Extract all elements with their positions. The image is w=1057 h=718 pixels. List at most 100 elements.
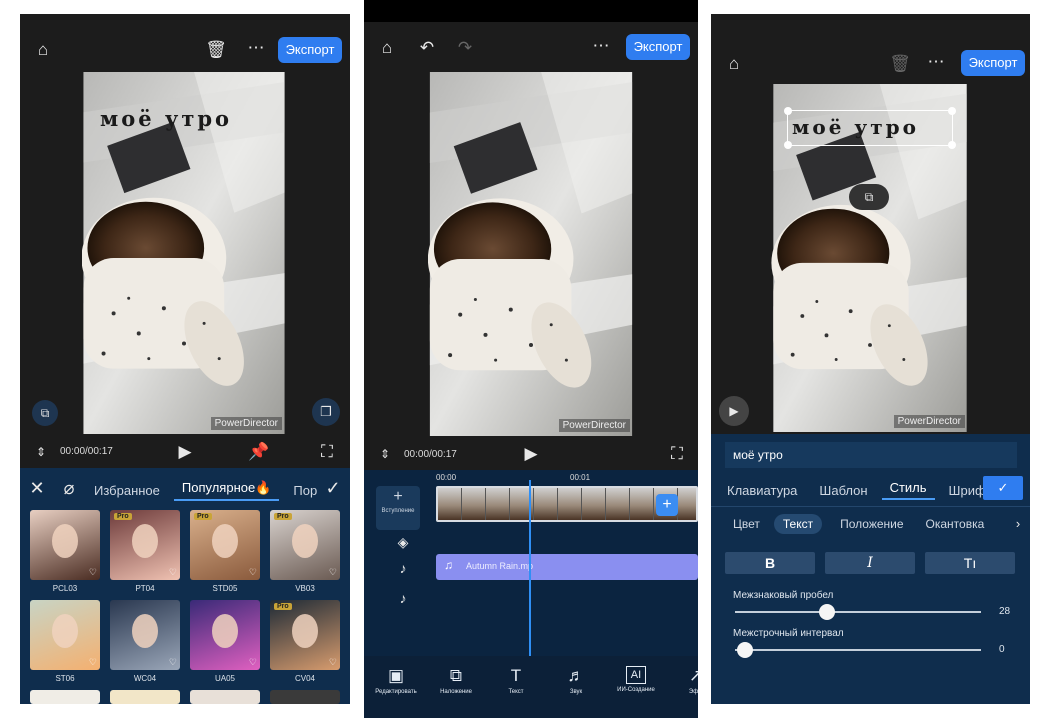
tab-template[interactable]: Шаблон xyxy=(811,483,875,498)
favorite-icon[interactable]: ♡ xyxy=(329,567,337,578)
resize-handle[interactable] xyxy=(948,107,956,115)
bold-button[interactable]: B xyxy=(725,552,815,574)
apply-button[interactable]: ✓ xyxy=(983,476,1023,500)
filter-thumbnail[interactable]: ♡ xyxy=(190,600,260,670)
tool-effect[interactable]: ↗ Эфф xyxy=(668,666,698,695)
subtab-position[interactable]: Положение xyxy=(832,514,911,534)
favorite-icon[interactable]: ♡ xyxy=(89,657,97,668)
undo-icon[interactable]: ↶ xyxy=(416,38,438,58)
video-preview[interactable]: PowerDirector xyxy=(428,72,634,436)
home-icon[interactable]: ⌂ xyxy=(723,54,745,74)
ruler-mark: 00:01 xyxy=(570,473,591,482)
more-icon[interactable]: ⋯ xyxy=(245,38,267,58)
video-preview[interactable]: моё утро ⧉ PowerDirector xyxy=(771,84,969,432)
filter-thumbnail[interactable]: Pro ♡ xyxy=(270,510,340,580)
duplicate-icon[interactable]: ⧉ xyxy=(849,184,889,210)
trash-icon[interactable]: 🗑 xyxy=(205,40,227,60)
ai-icon: AI xyxy=(626,666,646,684)
close-icon[interactable]: ✕ xyxy=(26,478,48,498)
filter-thumbnail[interactable]: Pro ♡ xyxy=(110,510,180,580)
tab-favorites[interactable]: Избранное xyxy=(86,483,168,498)
layers-icon[interactable]: ◈ xyxy=(392,532,414,552)
tab-portrait[interactable]: Пор xyxy=(285,483,325,498)
subtab-outline[interactable]: Окантовка xyxy=(918,514,993,534)
more-icon[interactable]: ⋯ xyxy=(590,36,612,56)
portrait-face xyxy=(52,524,78,558)
tab-keyboard[interactable]: Клавиатура xyxy=(719,483,805,498)
subtab-text[interactable]: Текст xyxy=(773,514,823,534)
video-preview[interactable]: моё утро PowerDirector xyxy=(82,72,286,434)
tool-edit[interactable]: ▣ Редактировать xyxy=(368,666,424,695)
portrait-face xyxy=(132,614,158,648)
export-button[interactable]: Экспорт xyxy=(961,50,1025,76)
filter-thumbnail[interactable] xyxy=(110,690,180,704)
filter-thumbnail[interactable]: Pro ♡ xyxy=(190,510,260,580)
resize-handle[interactable] xyxy=(784,141,792,149)
split-icon[interactable]: ⇕ xyxy=(30,442,52,462)
fullscreen-icon[interactable]: ⛶ xyxy=(666,444,688,464)
favorite-icon[interactable]: ♡ xyxy=(169,567,177,578)
tool-sound[interactable]: ♬ Звук xyxy=(548,666,604,695)
chevron-right-icon[interactable]: › xyxy=(1007,514,1029,534)
copy-icon[interactable]: ⧉ xyxy=(32,400,58,426)
favorite-icon[interactable]: ♡ xyxy=(249,567,257,578)
letter-spacing-slider[interactable] xyxy=(735,604,981,620)
clip-frame xyxy=(462,488,486,520)
text-overlay[interactable]: моё утро xyxy=(100,106,232,131)
compare-icon[interactable]: ❐ xyxy=(312,398,340,426)
fullscreen-icon[interactable]: ⛶ xyxy=(316,442,338,462)
filter-thumbnail[interactable]: Pro ♡ xyxy=(270,600,340,670)
audio-clip-title: Autumn Rain.mp xyxy=(466,561,534,571)
tool-overlay[interactable]: ⧉ Наложение xyxy=(428,666,484,695)
playhead[interactable] xyxy=(529,480,531,656)
italic-button[interactable]: I xyxy=(825,552,915,574)
export-button[interactable]: Экспорт xyxy=(278,37,342,63)
slider-knob[interactable] xyxy=(737,642,753,658)
intro-button[interactable]: + Вступление xyxy=(376,486,420,530)
slider-knob[interactable] xyxy=(818,604,835,620)
filter-thumbnail[interactable] xyxy=(190,690,260,704)
home-icon[interactable]: ⌂ xyxy=(376,38,398,58)
split-icon[interactable]: ⇕ xyxy=(374,444,396,464)
text-selection-box[interactable]: моё утро xyxy=(784,107,956,149)
filter-thumbnail[interactable]: ♡ xyxy=(30,600,100,670)
filter-thumbnail[interactable] xyxy=(30,690,100,704)
tool-text[interactable]: T Текст xyxy=(488,666,544,695)
favorite-icon[interactable]: ♡ xyxy=(89,567,97,578)
play-icon[interactable]: ▶ xyxy=(719,396,749,426)
subtab-color[interactable]: Цвет xyxy=(725,514,768,534)
play-icon[interactable]: ▶ xyxy=(520,444,542,464)
tool-label: Редактировать xyxy=(375,689,417,695)
filter-thumbnail[interactable]: ♡ xyxy=(30,510,100,580)
text-input[interactable]: моё утро xyxy=(725,442,1017,468)
play-icon[interactable]: ▶ xyxy=(174,442,196,462)
no-filter-icon[interactable]: ⌀ xyxy=(58,478,80,498)
add-clip-button[interactable]: + xyxy=(656,494,678,516)
overlay-icon: ⧉ xyxy=(449,666,463,685)
watermark: PowerDirector xyxy=(210,417,282,430)
more-icon[interactable]: ⋯ xyxy=(925,52,947,72)
resize-handle[interactable] xyxy=(784,107,792,115)
letter-spacing-label: Межзнаковый пробел xyxy=(733,590,834,601)
filter-thumbnail[interactable] xyxy=(270,690,340,704)
home-icon[interactable]: ⌂ xyxy=(32,40,54,60)
music-icon[interactable]: ♪ xyxy=(392,588,414,608)
export-button[interactable]: Экспорт xyxy=(626,34,690,60)
tool-ai[interactable]: AI ИИ-Создание xyxy=(608,666,664,693)
tab-style[interactable]: Стиль xyxy=(881,480,935,500)
text-style-screen: ⌂ 🗑 ⋯ Экспорт моё утро ⧉ PowerDirector ▶… xyxy=(711,14,1030,704)
confirm-icon[interactable]: ✓ xyxy=(322,478,344,498)
resize-handle[interactable] xyxy=(948,141,956,149)
filter-thumbnail[interactable]: ♡ xyxy=(110,600,180,670)
tab-popular[interactable]: Популярное🔥 xyxy=(173,480,280,501)
line-spacing-slider[interactable] xyxy=(735,642,981,658)
text-overlay[interactable]: моё утро xyxy=(792,115,919,139)
music-icon[interactable]: ♪ xyxy=(392,558,414,578)
favorite-icon[interactable]: ♡ xyxy=(329,657,337,668)
favorite-icon[interactable]: ♡ xyxy=(249,657,257,668)
favorite-icon[interactable]: ♡ xyxy=(169,657,177,668)
trash-icon: 🗑 xyxy=(889,54,911,73)
pin-icon[interactable]: 📌 xyxy=(248,442,270,462)
audio-clip[interactable]: ♫ Autumn Rain.mp xyxy=(436,554,698,580)
text-case-button[interactable]: Tı xyxy=(925,552,1015,574)
